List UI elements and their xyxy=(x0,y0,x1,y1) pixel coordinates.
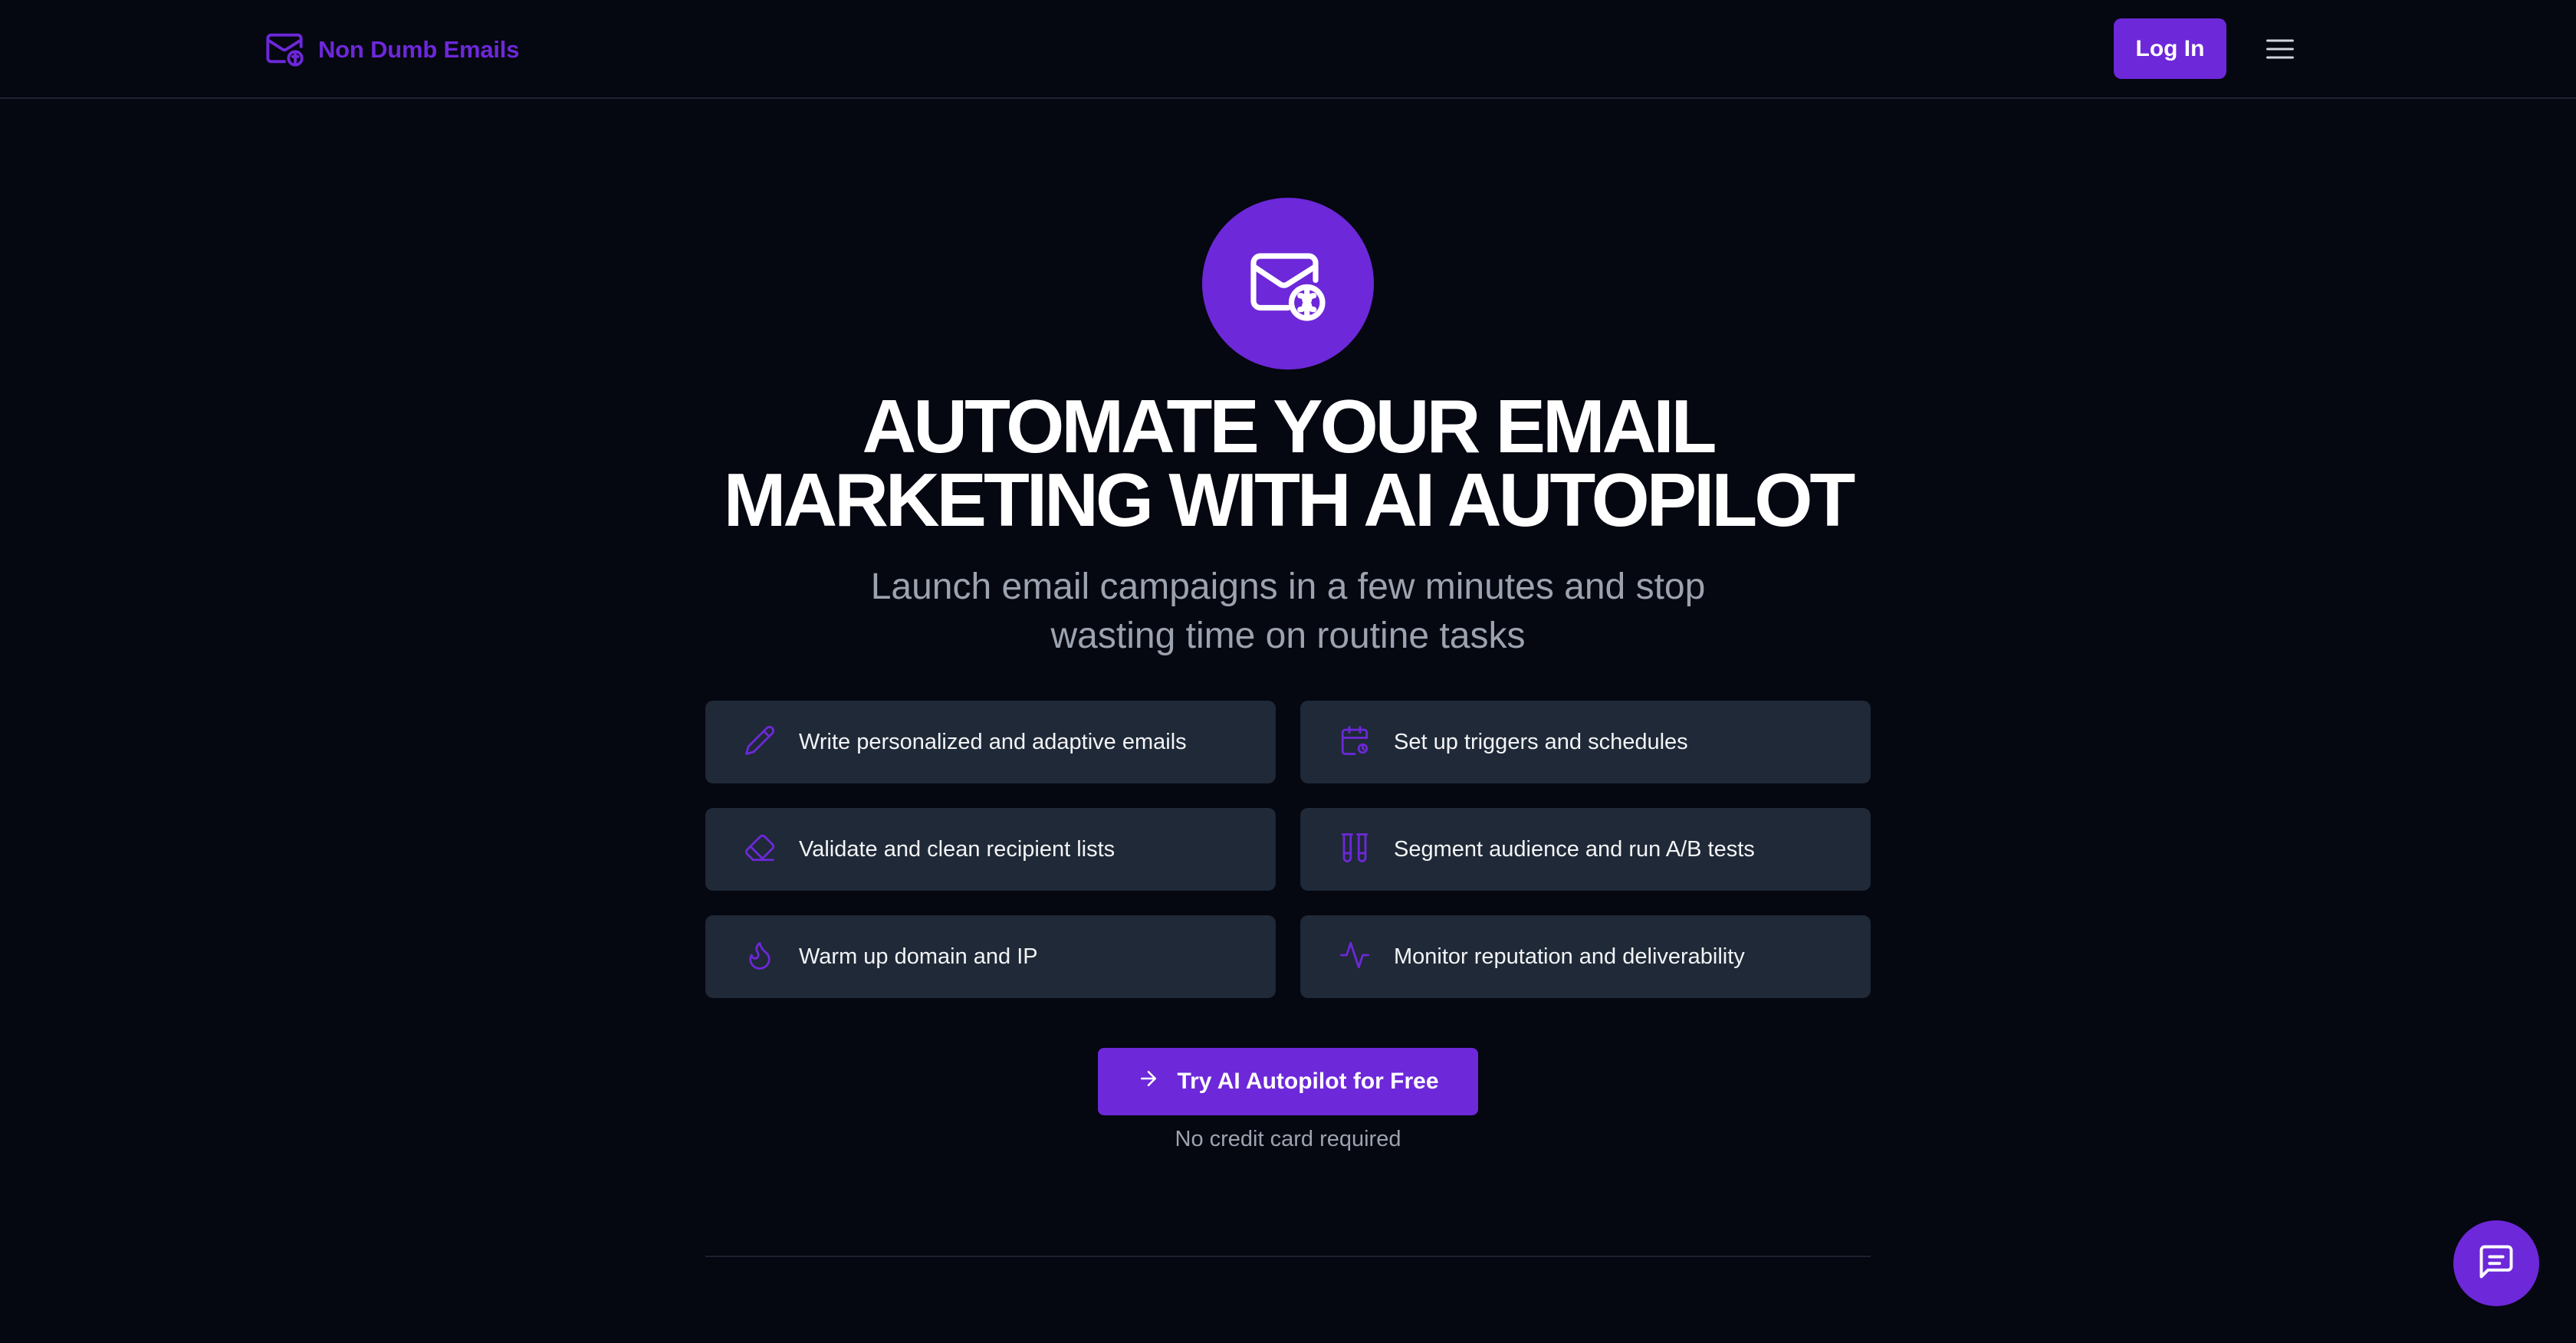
page-title-line-1: AUTOMATE YOUR EMAIL xyxy=(862,384,1717,468)
section-divider xyxy=(705,1256,1871,1257)
feature-card-validate-lists: Validate and clean recipient lists xyxy=(705,808,1276,891)
feature-card-triggers-schedules: Set up triggers and schedules xyxy=(1300,701,1871,783)
brand-logo-link[interactable]: Non Dumb Emails xyxy=(264,29,519,71)
eraser-icon xyxy=(744,832,776,868)
test-tubes-icon xyxy=(1339,832,1371,868)
try-autopilot-label: Try AI Autopilot for Free xyxy=(1177,1069,1439,1094)
try-autopilot-button[interactable]: Try AI Autopilot for Free xyxy=(1098,1048,1478,1115)
page-title-line-2: MARKETING WITH AI AUTOPILOT xyxy=(723,458,1856,542)
brand-name: Non Dumb Emails xyxy=(318,36,520,63)
top-navigation-bar: Non Dumb Emails Log In xyxy=(0,0,2576,99)
chat-widget-button[interactable] xyxy=(2453,1220,2539,1306)
feature-card-segment-ab: Segment audience and run A/B tests xyxy=(1300,808,1871,891)
feature-label: Segment audience and run A/B tests xyxy=(1394,836,1755,862)
feature-label: Validate and clean recipient lists xyxy=(799,836,1116,862)
flame-icon xyxy=(744,939,776,975)
login-button[interactable]: Log In xyxy=(2114,18,2226,79)
page-subtitle-line-2: wasting time on routine tasks xyxy=(1050,616,1526,656)
features-grid: Write personalized and adaptive emails S… xyxy=(705,701,1871,998)
page-subtitle-line-1: Launch email campaigns in a few minutes … xyxy=(870,566,1706,607)
page-subtitle: Launch email campaigns in a few minutes … xyxy=(751,563,1825,661)
feature-label: Warm up domain and IP xyxy=(799,944,1038,969)
feature-label: Write personalized and adaptive emails xyxy=(799,729,1187,754)
pencil-icon xyxy=(744,724,776,760)
cta-note: No credit card required xyxy=(1175,1127,1401,1151)
arrow-right-icon xyxy=(1137,1067,1160,1096)
feature-label: Monitor reputation and deliverability xyxy=(1394,944,1745,969)
chat-message-icon xyxy=(2476,1242,2516,1286)
feature-card-write-emails: Write personalized and adaptive emails xyxy=(705,701,1276,783)
mail-brain-icon xyxy=(264,28,304,72)
calendar-clock-icon xyxy=(1339,724,1371,760)
page-title: AUTOMATE YOUR EMAIL MARKETING WITH AI AU… xyxy=(598,389,1978,537)
activity-icon xyxy=(1339,939,1371,975)
hamburger-menu-icon[interactable] xyxy=(2262,31,2298,67)
feature-card-monitor-reputation: Monitor reputation and deliverability xyxy=(1300,915,1871,998)
feature-card-warm-up: Warm up domain and IP xyxy=(705,915,1276,998)
hero-mail-brain-icon xyxy=(1202,198,1374,369)
feature-label: Set up triggers and schedules xyxy=(1394,729,1688,754)
